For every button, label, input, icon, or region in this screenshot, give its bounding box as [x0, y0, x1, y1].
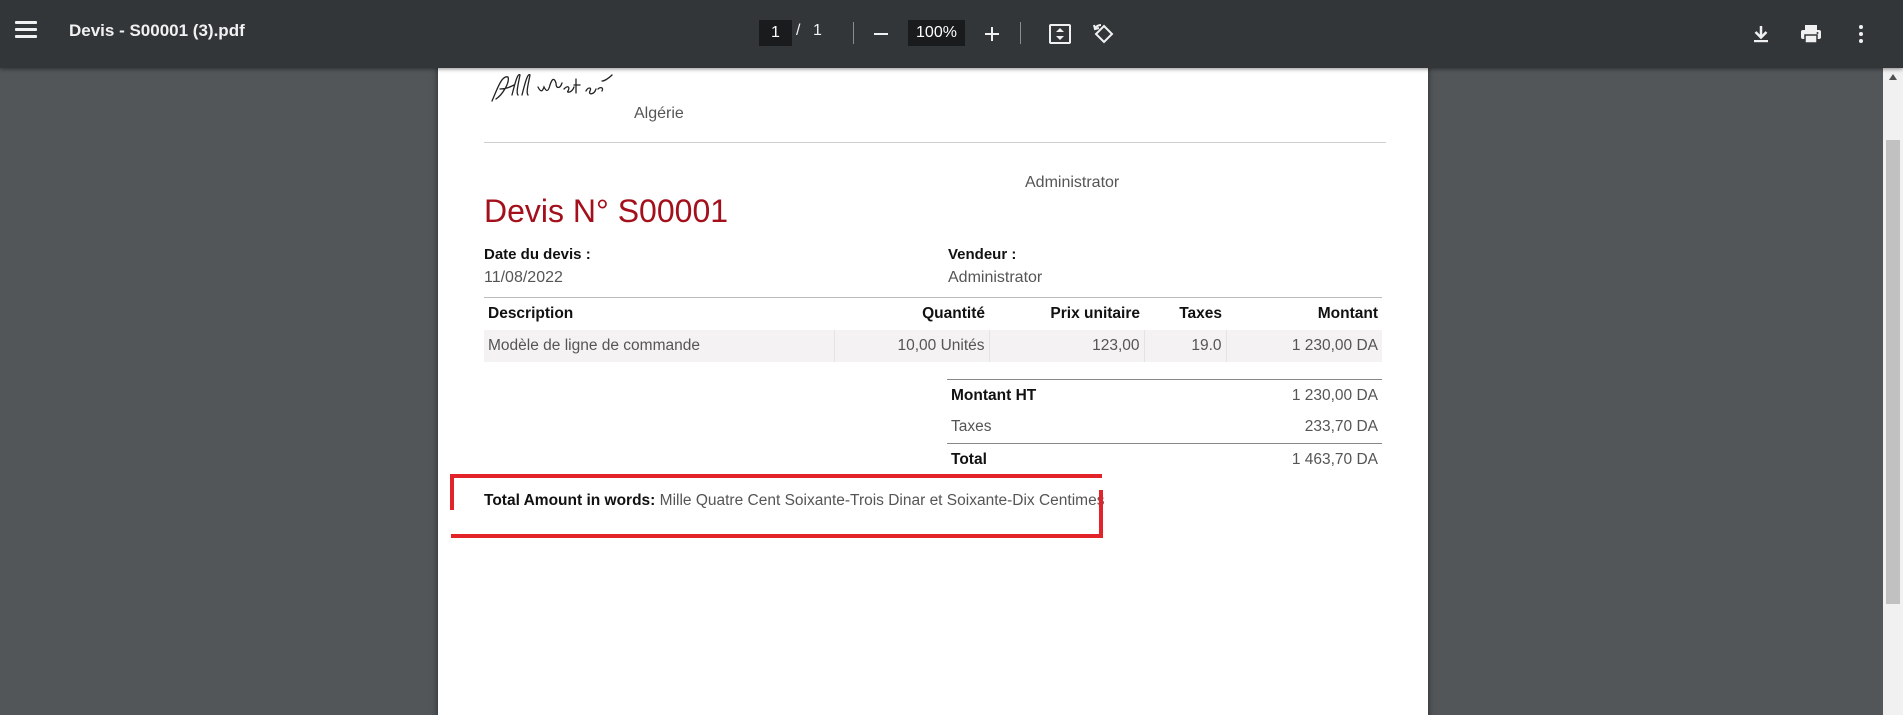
toolbar-divider [853, 22, 854, 44]
cell-quantity: 10,00 Unités [833, 329, 989, 362]
company-country: Algérie [634, 105, 684, 122]
taxes-value: 233,70 DA [1304, 418, 1378, 436]
subtotal-value: 1 230,00 DA [1163, 379, 1382, 412]
zoom-out-button[interactable] [866, 19, 896, 49]
more-actions-button[interactable] [1846, 19, 1876, 49]
taxes-label: Taxes [951, 418, 992, 436]
page-separator: / [796, 22, 801, 39]
vertical-scrollbar[interactable] [1883, 68, 1903, 715]
fit-to-page-button[interactable] [1045, 19, 1075, 49]
amount-in-words-value: Mille Quatre Cent Soixante-Trois Dinar e… [659, 492, 1105, 509]
more-vertical-icon [1859, 25, 1863, 43]
print-button[interactable] [1796, 19, 1826, 49]
zoom-in-button[interactable] [977, 19, 1007, 49]
col-quantity: Quantité [834, 297, 989, 330]
highlight-annotation-top [450, 474, 1102, 478]
cell-taxes: 19.0 [1143, 329, 1226, 362]
col-amount: Montant [1226, 297, 1382, 330]
subtotal-label: Montant HT [947, 379, 1164, 412]
totals-table: Montant HT 1 230,00 DA Taxes 233,70 DA T… [947, 379, 1382, 476]
salesperson-label: Vendeur : [948, 246, 1017, 263]
total-value: 1 463,70 DA [1163, 443, 1382, 476]
document-title: Devis - S00001 (3).pdf [69, 21, 245, 40]
quote-date-label: Date du devis : [484, 246, 591, 263]
total-label: Total [947, 443, 1164, 476]
quote-date-value: 11/08/2022 [484, 269, 563, 286]
amount-in-words: Total Amount in words: Mille Quatre Cent… [484, 492, 1104, 510]
print-icon [1801, 25, 1821, 44]
table-header-row: Description Quantité Prix unitaire Taxes… [484, 297, 1382, 330]
total-row: Total 1 463,70 DA [947, 443, 1382, 476]
amount-in-words-label: Total Amount in words: [484, 492, 656, 509]
plus-icon [985, 27, 999, 41]
total-pages: 1 [813, 22, 822, 39]
pdf-page: Algérie Administrator Devis N° S00001 Da… [438, 40, 1428, 715]
highlight-annotation-left [450, 474, 454, 510]
scroll-up-arrow-icon[interactable] [1889, 74, 1897, 80]
highlight-annotation-right [1099, 490, 1103, 538]
header-divider [484, 142, 1386, 143]
cell-description: Modèle de ligne de commande [484, 329, 834, 362]
download-button[interactable] [1746, 19, 1776, 49]
col-unit-price: Prix unitaire [989, 297, 1144, 330]
highlight-annotation-bottom [451, 534, 1103, 538]
download-icon [1754, 26, 1768, 43]
quote-title: Devis N° S00001 [484, 193, 729, 229]
rotate-icon [1093, 24, 1114, 44]
salesperson-value: Administrator [948, 269, 1043, 286]
cell-unit-price: 123,00 [988, 329, 1144, 362]
taxes-row: Taxes 233,70 DA [947, 412, 1382, 444]
cell-amount: 1 230,00 DA [1225, 329, 1382, 362]
partner-address-name: Administrator [1025, 174, 1120, 191]
fit-to-page-icon [1049, 24, 1071, 44]
col-taxes: Taxes [1144, 297, 1226, 330]
quote-document: Algérie Administrator Devis N° S00001 Da… [438, 40, 1428, 715]
toolbar-divider [1020, 22, 1021, 44]
order-lines-table: Description Quantité Prix unitaire Taxes… [484, 297, 1382, 362]
col-description: Description [484, 297, 834, 330]
subtotal-row: Montant HT 1 230,00 DA [947, 379, 1382, 412]
rotate-button[interactable] [1089, 19, 1119, 49]
current-page-input[interactable]: 1 [759, 20, 792, 46]
handwritten-logo-icon [491, 73, 613, 102]
minus-icon [874, 33, 888, 35]
pdf-toolbar: Devis - S00001 (3).pdf 1 / 1 100% [0, 0, 1903, 68]
scrollbar-thumb[interactable] [1886, 140, 1900, 604]
zoom-level-input[interactable]: 100% [908, 20, 965, 46]
hamburger-menu-icon[interactable] [12, 18, 40, 46]
table-row: Modèle de ligne de commande 10,00 Unités… [484, 329, 1382, 362]
